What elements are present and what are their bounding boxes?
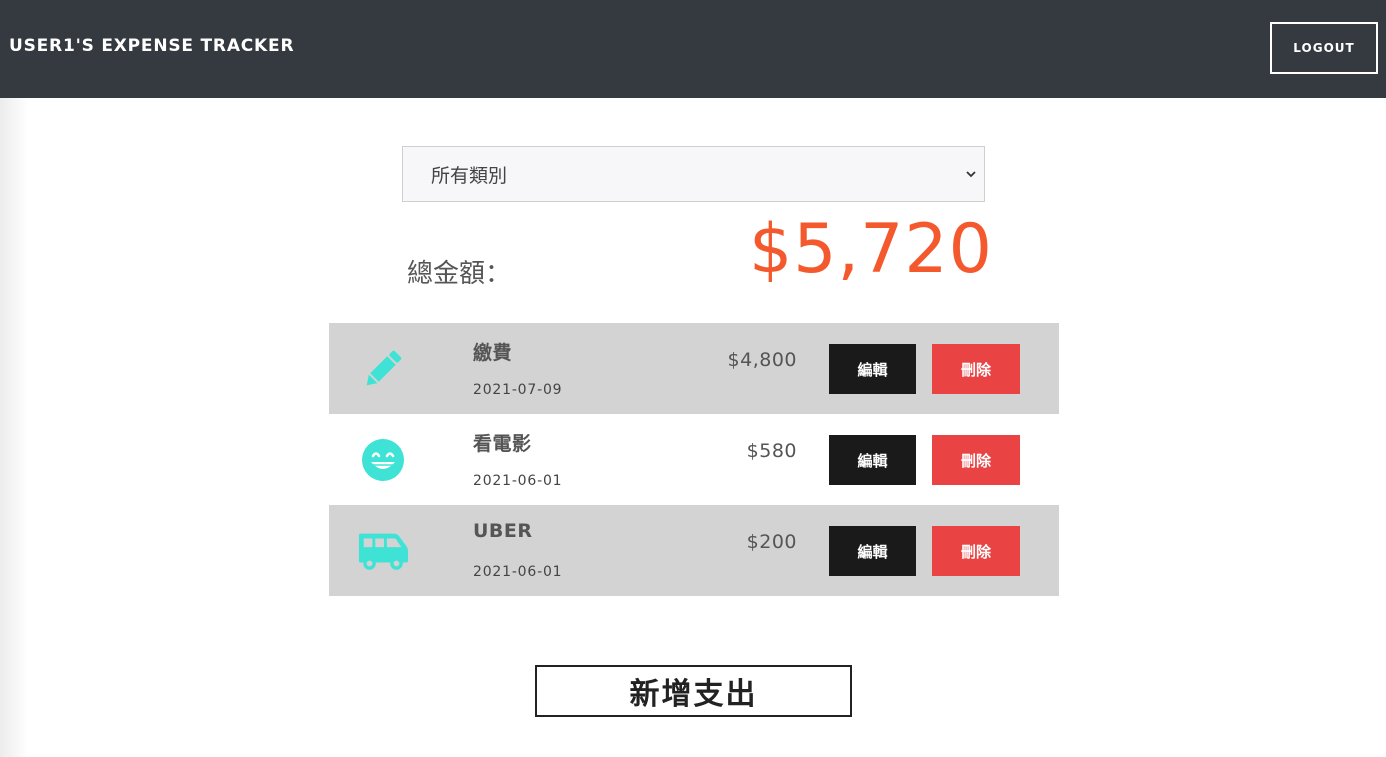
expense-name: 繳費 xyxy=(473,342,513,364)
category-filter-select[interactable]: 所有類別 xyxy=(402,146,985,202)
expense-row: 看電影 2021-06-01 $580 編輯 刪除 xyxy=(329,414,1059,505)
expense-date: 2021-06-01 xyxy=(473,564,563,580)
expense-row: UBER 2021-06-01 $200 編輯 刪除 xyxy=(329,505,1059,596)
expense-list[interactable]: 繳費 2021-07-09 $4,800 編輯 刪除 看電影 2021-06-0… xyxy=(329,323,1059,615)
edit-button[interactable]: 編輯 xyxy=(829,526,916,576)
expense-date: 2021-06-01 xyxy=(473,473,563,489)
logout-button[interactable]: LOGOUT xyxy=(1270,22,1378,74)
expense-amount: $4,800 xyxy=(727,349,797,371)
expense-name: 看電影 xyxy=(473,433,532,455)
delete-button[interactable]: 刪除 xyxy=(932,344,1020,394)
expense-row: 繳費 2021-07-09 $4,800 編輯 刪除 xyxy=(329,323,1059,414)
expense-date: 2021-07-09 xyxy=(473,382,563,398)
edit-button[interactable]: 編輯 xyxy=(829,344,916,394)
delete-button[interactable]: 刪除 xyxy=(932,435,1020,485)
edit-button[interactable]: 編輯 xyxy=(829,435,916,485)
page-edge-shadow xyxy=(0,98,28,757)
total-label: 總金額： xyxy=(407,259,512,289)
chevron-down-icon xyxy=(966,171,976,178)
expense-row: 早餐 xyxy=(329,596,1059,615)
pencil-icon xyxy=(357,345,409,393)
add-expense-button[interactable]: 新增支出 xyxy=(535,665,852,717)
delete-button[interactable]: 刪除 xyxy=(932,526,1020,576)
category-filter-value: 所有類別 xyxy=(431,164,508,187)
expense-amount: $200 xyxy=(746,531,797,553)
navbar: USER1'S EXPENSE TRACKER LOGOUT xyxy=(0,0,1386,98)
app-title: USER1'S EXPENSE TRACKER xyxy=(9,36,295,56)
total-amount: $5,720 xyxy=(749,210,993,289)
expense-name: 早餐 xyxy=(473,611,512,615)
grin-icon xyxy=(357,436,409,484)
expense-amount: $580 xyxy=(746,440,797,462)
expense-name: UBER xyxy=(473,520,533,542)
van-icon xyxy=(357,527,409,575)
